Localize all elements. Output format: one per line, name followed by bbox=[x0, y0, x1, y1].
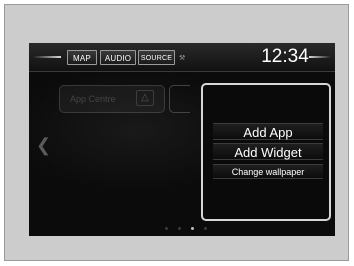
app-centre-tile[interactable]: App Centre △ bbox=[59, 85, 165, 113]
app-centre-icon: △ bbox=[136, 90, 154, 106]
second-tile[interactable] bbox=[169, 85, 190, 113]
top-bar: MAP AUDIO SOURCE ⚒ 12:34 bbox=[29, 43, 335, 72]
page-dot bbox=[178, 227, 181, 230]
page-dot bbox=[191, 227, 194, 230]
wrench-icon: ⚒ bbox=[179, 55, 186, 62]
chevron-left-icon[interactable]: ❮ bbox=[36, 135, 51, 155]
manual-figure-frame: MAP AUDIO SOURCE ⚒ 12:34 App Centre △ ❮ … bbox=[4, 4, 349, 261]
head-unit-screen: MAP AUDIO SOURCE ⚒ 12:34 App Centre △ ❮ … bbox=[29, 43, 335, 236]
map-button[interactable]: MAP bbox=[67, 50, 97, 65]
change-wallpaper-menu-item[interactable]: Change wallpaper bbox=[213, 164, 323, 179]
top-bar-glow-right bbox=[309, 56, 331, 58]
app-centre-label: App Centre bbox=[70, 94, 116, 104]
top-bar-glow-left bbox=[33, 56, 61, 58]
page-dot bbox=[165, 227, 168, 230]
clock: 12:34 bbox=[261, 46, 309, 67]
page-indicator bbox=[161, 226, 221, 232]
audio-button[interactable]: AUDIO bbox=[100, 50, 136, 65]
source-button[interactable]: SOURCE bbox=[138, 50, 175, 65]
popup-menu: Add App Add Widget Change wallpaper bbox=[201, 83, 331, 221]
add-widget-menu-item[interactable]: Add Widget bbox=[213, 143, 323, 160]
page-dot bbox=[204, 227, 207, 230]
add-app-menu-item[interactable]: Add App bbox=[213, 123, 323, 140]
